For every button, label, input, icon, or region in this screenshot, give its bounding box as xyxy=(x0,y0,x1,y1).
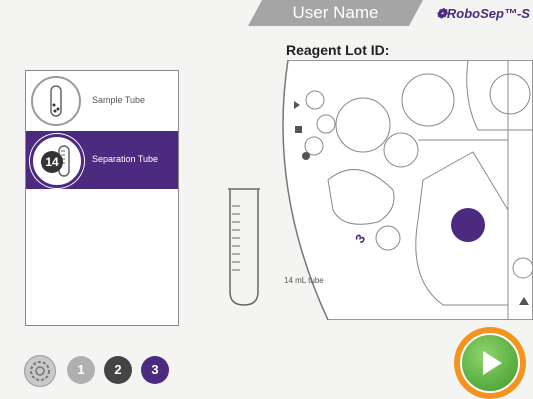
tube-item-separation[interactable]: 14 Separation Tube xyxy=(26,131,178,189)
user-name[interactable]: User Name xyxy=(248,0,423,26)
tube-item-sample[interactable]: Sample Tube xyxy=(26,71,178,131)
play-button[interactable] xyxy=(454,327,526,399)
tube-item-label: Separation Tube xyxy=(92,154,159,164)
reagent-lot-label: Reagent Lot ID: xyxy=(286,42,390,58)
tube-size-badge: 14 xyxy=(41,151,63,173)
gear-icon xyxy=(30,361,50,381)
separation-tube-icon: 14 xyxy=(30,134,84,188)
quadrant-indicator-dot xyxy=(451,208,485,242)
tube-item-label: Sample Tube xyxy=(92,95,146,105)
play-icon xyxy=(460,333,520,393)
step-1-button[interactable]: 1 xyxy=(67,356,95,384)
large-tube-graphic xyxy=(228,188,260,306)
robosep-logo: ❁RoboSep™-S xyxy=(436,6,530,21)
step-2-button[interactable]: 2 xyxy=(104,356,132,384)
home-gear-button[interactable] xyxy=(24,355,56,387)
step-3-button[interactable]: 3 xyxy=(141,356,169,384)
tube-list: Sample Tube 14 Separation Tube xyxy=(25,70,179,326)
sample-tube-icon xyxy=(31,76,81,126)
tube-caption: 14 mL tube xyxy=(284,276,324,285)
